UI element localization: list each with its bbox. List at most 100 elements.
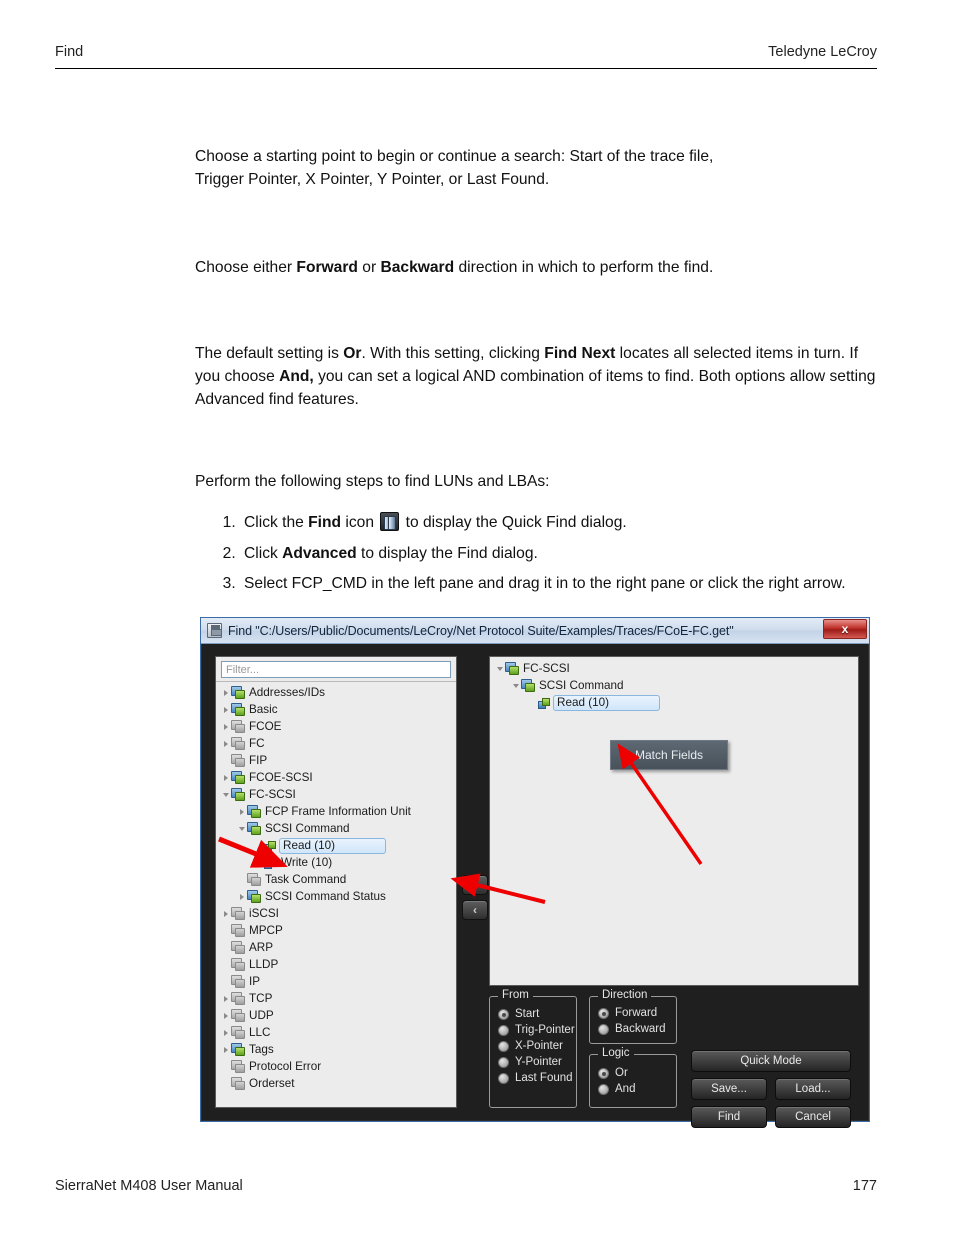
from-radio[interactable]: Y-Pointer [498,1054,576,1070]
chevron-right-icon[interactable] [220,1047,231,1053]
chevron-right-icon[interactable] [220,690,231,696]
protocol-icon [247,822,261,835]
text-fragment: Click [244,544,283,562]
radio-indicator[interactable] [598,1023,609,1035]
protocol-tree-node[interactable]: LLDP [216,956,456,973]
chevron-right-icon[interactable] [220,707,231,713]
chevron-right-icon[interactable] [236,894,247,900]
find-button[interactable]: Find [691,1106,767,1128]
chevron-down-icon[interactable] [510,684,521,688]
selected-items-pane[interactable]: FC-SCSI SCSI Command Read (10) Match Field… [489,656,859,986]
chevron-right-icon[interactable] [220,724,231,730]
protocol-tree-node-label: LLDP [249,958,279,971]
protocol-tree-node[interactable]: Basic [216,701,456,718]
protocol-tree-node[interactable]: Protocol Error [216,1058,456,1075]
protocol-tree-node-label: Addresses/IDs [249,686,325,699]
logic-radio-label: Or [615,1067,628,1079]
protocol-tree-node-label: SCSI Command Status [265,890,386,903]
radio-indicator[interactable] [498,1040,509,1052]
protocol-tree-node[interactable]: IP [216,973,456,990]
protocol-tree[interactable]: Addresses/IDs Basic FCOE FC FIP FCOE-SCSI FC-S… [216,681,456,1107]
protocol-tree-node[interactable]: SCSI Command Status [216,888,456,905]
radio-indicator[interactable] [598,1083,609,1095]
from-radio[interactable]: Start [498,1006,576,1022]
protocol-tree-node[interactable]: MPCP [216,922,456,939]
protocol-tree-node[interactable]: TCP [216,990,456,1007]
match-fields-context-menu[interactable]: Match Fields [610,740,728,770]
dialog-title: Find "C:/Users/Public/Documents/LeCroy/N… [228,623,734,638]
move-left-button[interactable]: ‹ [462,900,488,920]
protocol-disabled-icon [231,1009,245,1022]
logic-radio[interactable]: And [598,1081,676,1097]
move-right-button[interactable]: › [462,875,488,895]
protocol-tree-node[interactable]: FC-SCSI [216,786,456,803]
direction-group: Direction Forward Backward [589,989,677,1044]
chevron-right-icon[interactable] [220,1030,231,1036]
radio-indicator[interactable] [498,1008,509,1020]
protocol-tree-node[interactable]: Tags [216,1041,456,1058]
selected-tree-node[interactable]: Read (10) [490,694,858,711]
protocol-tree-node[interactable]: FC [216,735,456,752]
chevron-right-icon[interactable] [236,809,247,815]
selected-tree[interactable]: FC-SCSI SCSI Command Read (10) [490,660,858,711]
direction-radio[interactable]: Forward [598,1005,676,1021]
chevron-right-icon[interactable] [220,1013,231,1019]
protocol-icon [231,703,245,716]
direction-options: Forward Backward [590,997,676,1037]
chevron-right-icon[interactable] [220,996,231,1002]
text-fragment: Choose either [195,259,297,276]
paragraph-starting-point: Choose a starting point to begin or cont… [195,145,885,191]
protocol-tree-node[interactable]: Read (10) [216,837,456,854]
chevron-right-icon[interactable] [220,911,231,917]
save-button[interactable]: Save... [691,1078,767,1100]
logic-options: Or And [590,1055,676,1097]
radio-indicator[interactable] [598,1067,609,1079]
protocol-tree-node[interactable]: Write (10) [216,854,456,871]
footer-manual-title: SierraNet M408 User Manual [55,1178,243,1194]
protocol-tree-node[interactable]: SCSI Command [216,820,456,837]
protocol-disabled-icon [231,1077,245,1090]
chevron-down-icon[interactable] [494,667,505,671]
protocol-tree-node[interactable]: UDP [216,1007,456,1024]
from-radio[interactable]: X-Pointer [498,1038,576,1054]
chevron-right-icon[interactable] [220,775,231,781]
selected-tree-node[interactable]: FC-SCSI [490,660,858,677]
load-button[interactable]: Load... [775,1078,851,1100]
protocol-tree-node-label: UDP [249,1009,274,1022]
chevron-down-icon[interactable] [236,827,247,831]
protocol-tree-node[interactable]: Addresses/IDs [216,684,456,701]
from-radio[interactable]: Trig-Pointer [498,1022,576,1038]
protocol-tree-node[interactable]: LLC [216,1024,456,1041]
protocol-tree-node[interactable]: FIP [216,752,456,769]
protocol-tree-node-label: FCOE [249,720,282,733]
quick-mode-button[interactable]: Quick Mode [691,1050,851,1072]
protocol-tree-node[interactable]: FCOE [216,718,456,735]
chevron-down-icon[interactable] [220,793,231,797]
radio-indicator[interactable] [598,1007,609,1019]
from-group: From Start Trig-Pointer X-Pointer Y-Pointer… [489,989,577,1108]
close-icon[interactable]: x [823,619,867,639]
protocol-tree-node[interactable]: ARP [216,939,456,956]
protocol-tree-node-label: Write (10) [281,856,333,869]
chevron-right-icon[interactable] [220,741,231,747]
filter-input[interactable]: Filter... [221,661,451,678]
text-fragment: icon [341,514,379,531]
footer-page-number: 177 [852,1178,877,1194]
logic-radio[interactable]: Or [598,1065,676,1081]
protocol-tree-node[interactable]: Task Command [216,871,456,888]
protocol-tree-node[interactable]: FCP Frame Information Unit [216,803,456,820]
from-radio[interactable]: Last Found [498,1070,576,1086]
direction-radio[interactable]: Backward [598,1021,676,1037]
selected-tree-node[interactable]: SCSI Command [490,677,858,694]
radio-indicator[interactable] [498,1024,509,1036]
radio-indicator[interactable] [498,1072,509,1084]
text-fragment: . With this setting, clicking [361,345,545,362]
protocol-tree-node[interactable]: FCOE-SCSI [216,769,456,786]
cancel-button[interactable]: Cancel [775,1106,851,1128]
text-fragment: The default setting is [195,345,344,362]
protocol-disabled-icon [231,720,245,733]
protocol-tree-node[interactable]: iSCSI [216,905,456,922]
radio-indicator[interactable] [498,1056,509,1068]
dialog-titlebar[interactable]: Find "C:/Users/Public/Documents/LeCroy/N… [201,618,869,644]
protocol-tree-node[interactable]: Orderset [216,1075,456,1092]
